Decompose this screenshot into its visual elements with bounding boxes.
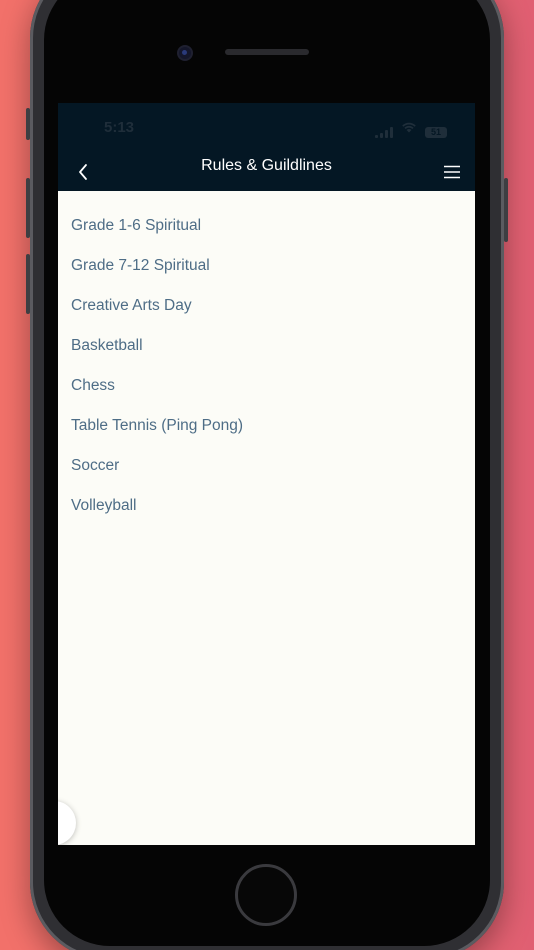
status-icons: 51 [375, 120, 447, 138]
chevron-left-icon [79, 164, 87, 180]
cellular-signal-icon [375, 126, 393, 138]
wifi-icon [401, 120, 417, 138]
menu-button[interactable] [437, 157, 467, 187]
status-bar: 5:13 51 [58, 103, 475, 153]
battery-icon: 51 [425, 127, 447, 138]
rules-list: Grade 1-6 Spiritual Grade 7-12 Spiritual… [58, 191, 475, 533]
list-item[interactable]: Basketball [58, 333, 475, 373]
list-item[interactable]: Soccer [58, 453, 475, 493]
list-item[interactable]: Volleyball [58, 493, 475, 533]
home-button[interactable] [235, 864, 297, 926]
back-button[interactable] [68, 157, 98, 187]
app-screen: 5:13 51 Rules & Guildlines Grade 1-6 Spi… [58, 103, 475, 845]
power-button [504, 178, 508, 242]
page-title: Rules & Guildlines [201, 157, 332, 174]
floating-action-button[interactable] [58, 801, 76, 845]
volume-up-button [26, 178, 30, 238]
list-item[interactable]: Grade 7-12 Spiritual [58, 253, 475, 293]
status-time: 5:13 [104, 119, 135, 136]
front-camera [179, 47, 191, 59]
list-item[interactable]: Chess [58, 373, 475, 413]
list-item[interactable]: Creative Arts Day [58, 293, 475, 333]
volume-down-button [26, 254, 30, 314]
earpiece-speaker [225, 49, 309, 55]
navigation-bar: Rules & Guildlines [58, 153, 475, 191]
list-item[interactable]: Table Tennis (Ping Pong) [58, 413, 475, 453]
list-item[interactable]: Grade 1-6 Spiritual [58, 213, 475, 253]
mute-switch [26, 108, 30, 140]
hamburger-menu-icon [444, 165, 460, 179]
